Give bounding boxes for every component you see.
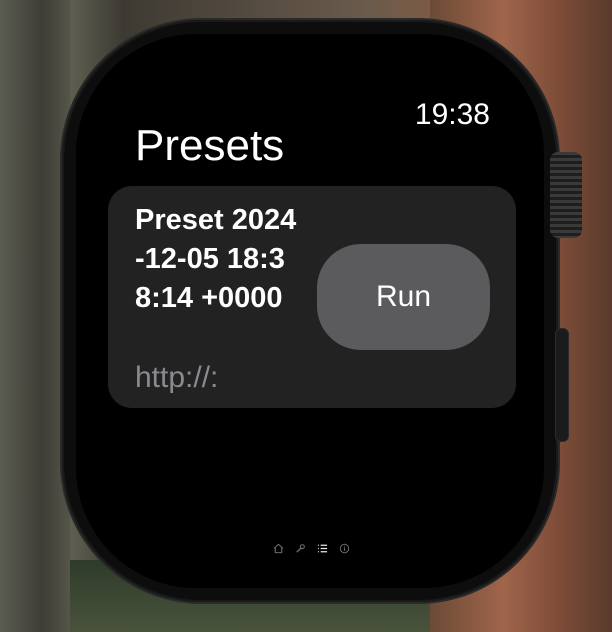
background-tree-left	[0, 0, 70, 632]
list-icon[interactable]	[316, 542, 328, 554]
page-title: Presets	[135, 121, 285, 170]
wrench-icon[interactable]	[294, 542, 306, 554]
run-button[interactable]: Run	[317, 244, 490, 350]
digital-crown[interactable]	[550, 152, 582, 238]
info-icon[interactable]	[338, 542, 350, 554]
watch-screen: 19:38 Presets Preset 2024-12-05 18:38:14…	[76, 34, 544, 588]
preset-url: http://:	[135, 361, 219, 394]
preset-name: Preset 2024-12-05 18:38:14 +0000	[135, 204, 297, 314]
side-button[interactable]	[555, 328, 569, 442]
preset-card[interactable]: Preset 2024-12-05 18:38:14 +0000 http://…	[108, 186, 516, 408]
status-time: 19:38	[414, 98, 490, 131]
home-icon[interactable]	[272, 542, 284, 554]
page-indicator	[272, 542, 350, 554]
